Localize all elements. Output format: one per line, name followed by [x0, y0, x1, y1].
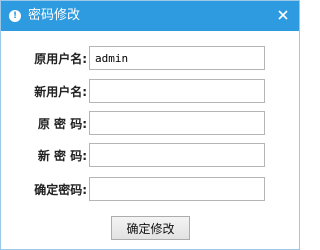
old-username-row: 原用户名:: [1, 46, 299, 70]
new-username-row: 新用户名:: [1, 79, 299, 103]
confirm-password-row: 确定密码:: [1, 177, 299, 201]
old-username-input[interactable]: [89, 46, 265, 70]
confirm-password-input[interactable]: [89, 177, 265, 201]
info-icon: !: [9, 10, 21, 22]
close-icon[interactable]: [275, 7, 291, 23]
old-password-label: 原 密 码:: [37, 117, 87, 131]
title-bar: ! 密码修改: [1, 1, 299, 31]
confirm-password-label: 确定密码:: [34, 183, 87, 197]
new-password-input[interactable]: [89, 143, 265, 167]
dialog-title: 密码修改: [28, 8, 81, 23]
password-change-dialog: ! 密码修改 原用户名: 新用户名: 原 密 码: 新 密 码: 确定密码: 确…: [0, 0, 300, 250]
old-password-row: 原 密 码:: [1, 111, 299, 135]
confirm-change-button[interactable]: 确定修改: [111, 216, 190, 240]
old-password-input[interactable]: [89, 111, 265, 135]
new-password-label: 新 密 码:: [37, 149, 87, 163]
new-username-input[interactable]: [89, 79, 265, 103]
new-username-label: 新用户名:: [34, 85, 87, 99]
old-username-label: 原用户名:: [34, 52, 87, 66]
new-password-row: 新 密 码:: [1, 143, 299, 167]
